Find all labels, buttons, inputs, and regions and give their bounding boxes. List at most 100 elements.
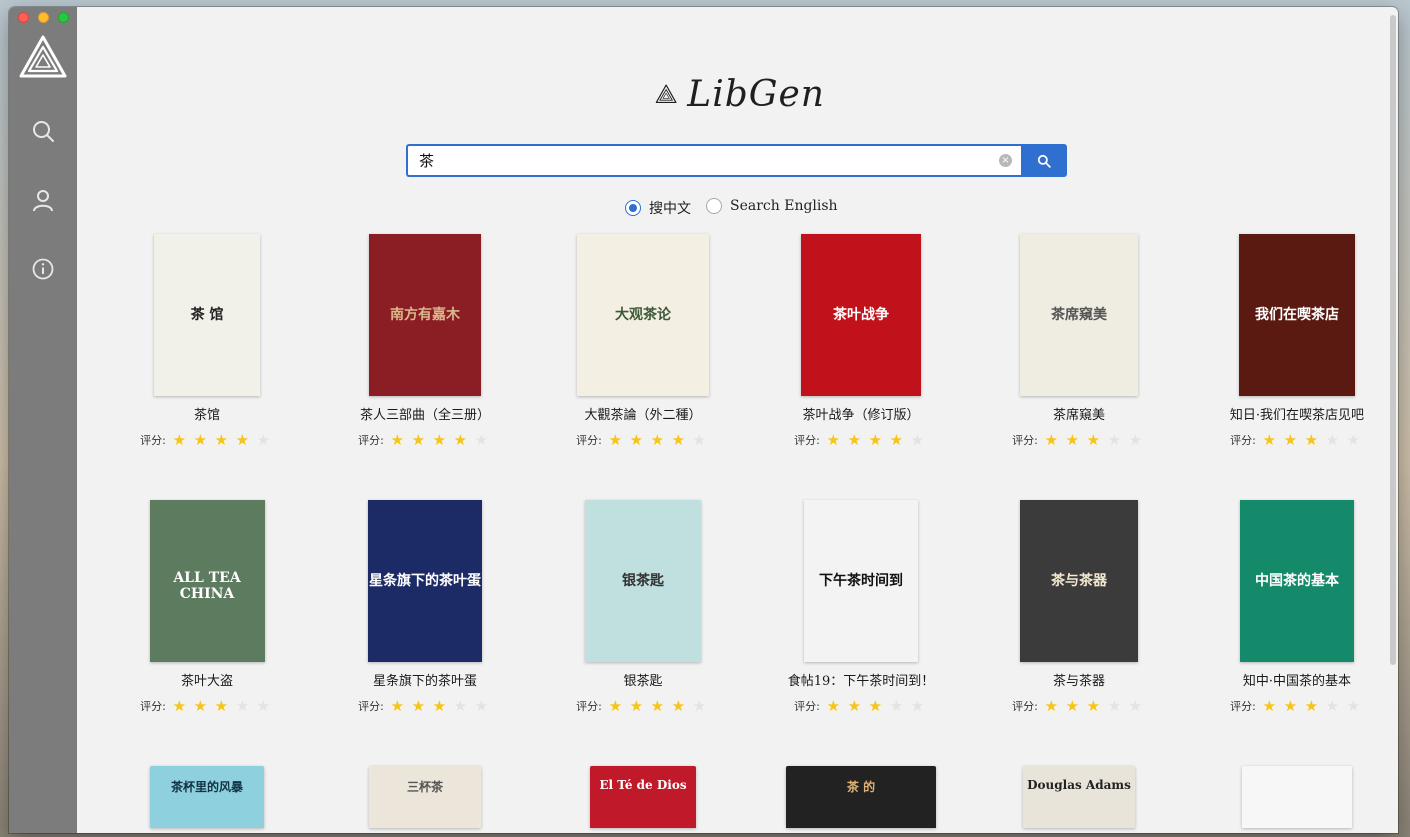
- sidebar-item-account[interactable]: [27, 184, 59, 216]
- book-cover[interactable]: 中国茶的基本: [1240, 500, 1354, 662]
- star-icon: ★: [256, 696, 271, 715]
- star-icon: ★: [1346, 430, 1361, 449]
- star-icon: ★: [214, 430, 229, 449]
- main-content: LibGen × 搜中文 Search English 茶 馆茶馆评分: ★ ★ ★ ★…: [77, 7, 1398, 833]
- star-icon: ★: [1283, 696, 1298, 715]
- book-cover[interactable]: 下午茶时间到: [804, 500, 918, 662]
- star-icon: ★: [692, 430, 707, 449]
- libgen-logo-icon[interactable]: [18, 34, 68, 80]
- window-minimize-button[interactable]: [38, 12, 49, 23]
- book-cover[interactable]: 银茶匙: [585, 500, 701, 662]
- book-card[interactable]: 三杯茶: [325, 766, 525, 828]
- radio-chinese[interactable]: [625, 200, 641, 216]
- book-card[interactable]: [1197, 766, 1397, 828]
- star-icon: ★: [847, 430, 862, 449]
- star-icon: ★: [692, 696, 707, 715]
- book-card[interactable]: 中国茶的基本 知中·中国茶的基本 评分: ★ ★ ★ ★ ★: [1197, 500, 1397, 714]
- star-icon: ★: [214, 696, 229, 715]
- book-title[interactable]: 大觀茶論（外二種）: [543, 404, 743, 423]
- rating-label: 评分:: [1012, 434, 1038, 447]
- radio-english[interactable]: [706, 198, 722, 214]
- book-card[interactable]: 南方有嘉木 茶人三部曲（全三册） 评分: ★ ★ ★ ★ ★: [325, 234, 525, 448]
- rating-label: 评分:: [794, 434, 820, 447]
- book-card[interactable]: 银茶匙 银茶匙 评分: ★ ★ ★ ★ ★: [543, 500, 743, 714]
- book-cover[interactable]: Douglas Adams: [1023, 766, 1135, 828]
- book-cover-text: 茶 的: [846, 780, 876, 794]
- book-card[interactable]: 大观茶论 大觀茶論（外二種） 评分: ★ ★ ★ ★ ★: [543, 234, 743, 448]
- star-icon: ★: [432, 696, 447, 715]
- book-card[interactable]: El Té de Dios: [543, 766, 743, 828]
- star-icon: ★: [390, 696, 405, 715]
- book-card[interactable]: 下午茶时间到 食帖19：下午茶时间到！ 评分: ★ ★ ★ ★ ★: [761, 500, 961, 714]
- star-icon: ★: [1086, 696, 1101, 715]
- book-cover[interactable]: 茶席窺美: [1020, 234, 1138, 396]
- book-cover[interactable]: 大观茶论: [577, 234, 709, 396]
- book-cover-text: 茶与茶器: [1051, 573, 1107, 589]
- book-cover[interactable]: 南方有嘉木: [369, 234, 481, 396]
- book-cover[interactable]: 茶与茶器: [1020, 500, 1138, 662]
- book-cover[interactable]: 茶 的: [786, 766, 936, 828]
- book-title[interactable]: 星条旗下的茶叶蛋: [325, 670, 525, 689]
- book-cover[interactable]: ALL TEA CHINA: [149, 500, 265, 662]
- star-icon: ★: [608, 430, 623, 449]
- book-title[interactable]: 茶人三部曲（全三册）: [325, 404, 525, 423]
- book-card[interactable]: ALL TEA CHINA 茶叶大盗 评分: ★ ★ ★ ★ ★: [107, 500, 307, 714]
- rating-label: 评分:: [140, 700, 166, 713]
- book-cover[interactable]: 三杯茶: [369, 766, 481, 828]
- clear-search-icon[interactable]: ×: [999, 154, 1012, 167]
- book-cover[interactable]: 星条旗下的茶叶蛋: [368, 500, 482, 662]
- book-cover[interactable]: 茶杯里的风暴: [150, 766, 264, 828]
- star-icon: ★: [629, 696, 644, 715]
- book-card[interactable]: Douglas Adams: [979, 766, 1179, 828]
- star-icon: ★: [1325, 696, 1340, 715]
- rating-label: 评分:: [794, 700, 820, 713]
- book-cover-text: El Té de Dios: [599, 778, 687, 792]
- book-card[interactable]: 茶席窺美 茶席窺美 评分: ★ ★ ★ ★ ★: [979, 234, 1179, 448]
- book-rating: 评分: ★ ★ ★ ★ ★: [325, 698, 525, 714]
- book-title[interactable]: 茶馆: [107, 404, 307, 423]
- language-option-english[interactable]: Search English: [706, 198, 838, 214]
- star-icon: ★: [1304, 696, 1319, 715]
- search-button[interactable]: [1021, 144, 1067, 177]
- star-icon: ★: [453, 430, 468, 449]
- window-maximize-button[interactable]: [58, 12, 69, 23]
- book-cover[interactable]: [1242, 766, 1352, 828]
- book-card[interactable]: 我们在喫茶店 知日·我们在喫茶店见吧 评分: ★ ★ ★ ★ ★: [1197, 234, 1397, 448]
- search-input[interactable]: [408, 151, 988, 170]
- star-icon: ★: [193, 430, 208, 449]
- book-title[interactable]: 茶叶战争（修订版）: [761, 404, 961, 423]
- book-cover[interactable]: El Té de Dios: [590, 766, 696, 828]
- window-close-button[interactable]: [18, 12, 29, 23]
- book-title[interactable]: 食帖19：下午茶时间到！: [761, 670, 961, 689]
- scrollbar[interactable]: [1390, 15, 1396, 665]
- language-label: Search English: [730, 198, 838, 214]
- book-title[interactable]: 茶与茶器: [979, 670, 1179, 689]
- star-icon: ★: [453, 696, 468, 715]
- star-icon: ★: [474, 696, 489, 715]
- sidebar-item-about[interactable]: [27, 253, 59, 285]
- book-rating: 评分: ★ ★ ★ ★ ★: [761, 698, 961, 714]
- star-icon: ★: [411, 430, 426, 449]
- book-title[interactable]: 银茶匙: [543, 670, 743, 689]
- book-cover[interactable]: 茶叶战争: [801, 234, 921, 396]
- book-card[interactable]: 茶 的: [761, 766, 961, 828]
- book-cover-text: 中国茶的基本: [1255, 573, 1339, 589]
- star-icon: ★: [235, 696, 250, 715]
- book-card[interactable]: 茶与茶器 茶与茶器 评分: ★ ★ ★ ★ ★: [979, 500, 1179, 714]
- book-title[interactable]: 知中·中国茶的基本: [1197, 670, 1397, 689]
- book-card[interactable]: 茶 馆茶馆 评分: ★ ★ ★ ★ ★: [107, 234, 307, 448]
- book-title[interactable]: 茶叶大盗: [107, 670, 307, 689]
- book-card[interactable]: 星条旗下的茶叶蛋 星条旗下的茶叶蛋 评分: ★ ★ ★ ★ ★: [325, 500, 525, 714]
- book-title[interactable]: 知日·我们在喫茶店见吧: [1197, 404, 1397, 423]
- star-icon: ★: [671, 696, 686, 715]
- book-cover[interactable]: 我们在喫茶店: [1239, 234, 1355, 396]
- book-card[interactable]: 茶杯里的风暴: [107, 766, 307, 828]
- book-cover[interactable]: 茶 馆: [154, 234, 260, 396]
- book-card[interactable]: 茶叶战争 茶叶战争（修订版） 评分: ★ ★ ★ ★ ★: [761, 234, 961, 448]
- language-option-chinese[interactable]: 搜中文: [625, 198, 691, 218]
- sidebar-item-search[interactable]: [27, 115, 59, 147]
- star-icon: ★: [193, 696, 208, 715]
- book-title[interactable]: 茶席窺美: [979, 404, 1179, 423]
- language-label: 搜中文: [649, 201, 691, 217]
- star-icon: ★: [889, 696, 904, 715]
